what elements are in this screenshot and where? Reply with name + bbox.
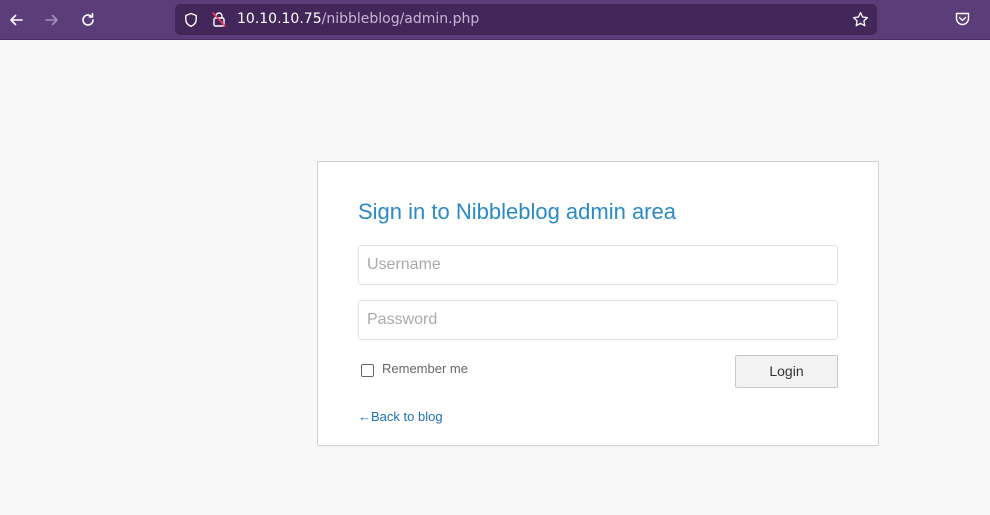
remember-me[interactable]: Remember me (361, 360, 468, 377)
url-text[interactable]: 10.10.10.75/nibbleblog/admin.php (237, 4, 479, 35)
pocket-button[interactable] (954, 10, 971, 31)
shield-icon[interactable] (183, 12, 199, 28)
page-title: Sign in to Nibbleblog admin area (358, 199, 676, 224)
pocket-icon (955, 12, 970, 26)
login-panel: Sign in to Nibbleblog admin area Remembe… (317, 161, 879, 446)
url-host: 10.10.10.75 (237, 11, 322, 27)
star-icon[interactable] (852, 11, 869, 28)
insecure-lock-icon[interactable] (211, 11, 227, 28)
forward-button[interactable] (38, 6, 66, 34)
back-arrow-icon (10, 14, 23, 26)
password-input[interactable] (358, 300, 838, 340)
back-to-blog-link[interactable]: ←Back to blog (358, 409, 443, 424)
browser-toolbar: 10.10.10.75/nibbleblog/admin.php (0, 0, 990, 40)
address-bar[interactable]: 10.10.10.75/nibbleblog/admin.php (175, 4, 877, 35)
url-path: /nibbleblog/admin.php (321, 11, 480, 27)
reload-button[interactable] (74, 6, 102, 34)
remember-label: Remember me (382, 360, 468, 376)
back-button[interactable] (2, 6, 30, 34)
remember-checkbox[interactable] (361, 364, 374, 377)
forward-arrow-icon (45, 14, 58, 26)
login-button[interactable]: Login (735, 355, 838, 388)
reload-icon (82, 13, 94, 26)
username-input[interactable] (358, 245, 838, 285)
